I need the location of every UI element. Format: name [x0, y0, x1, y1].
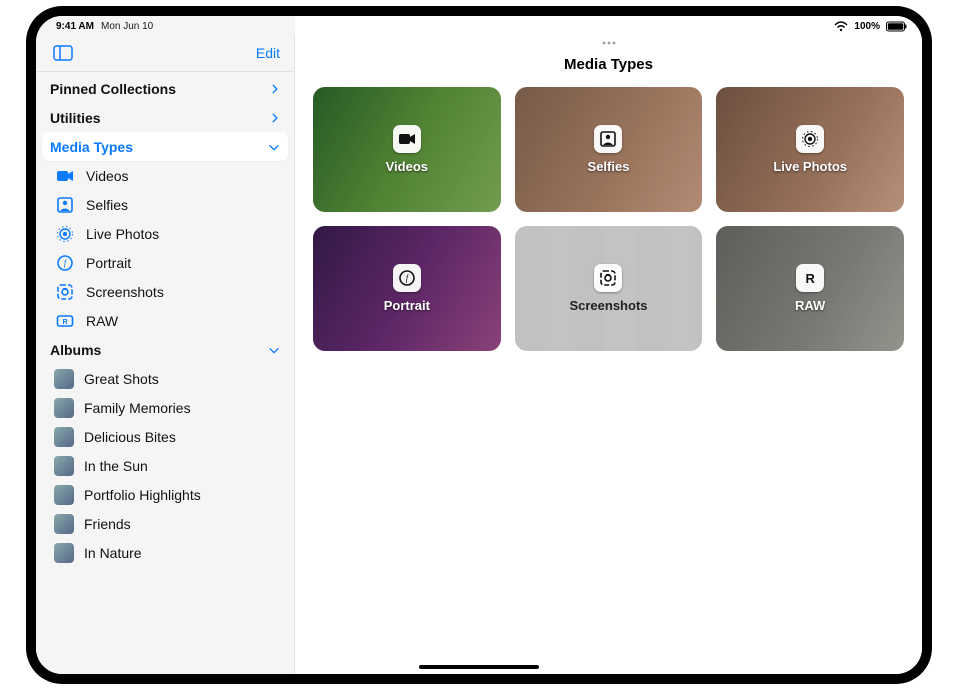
tile-label: Live Photos [773, 159, 847, 174]
sidebar-item-raw[interactable]: RAW [42, 306, 288, 335]
raw-icon [54, 312, 76, 330]
status-bar: 9:41 AM Mon Jun 10 100% [36, 16, 922, 34]
sidebar-item-videos[interactable]: Videos [42, 161, 288, 190]
tile-label: Videos [386, 159, 428, 174]
main-content: Media Types Videos Selfies Live Photos [295, 34, 922, 674]
sidebar-item-label: Delicious Bites [84, 429, 176, 445]
album-thumb-icon [54, 514, 74, 534]
raw-icon: R [796, 264, 824, 292]
sidebar-item-label: Friends [84, 516, 131, 532]
sidebar-header-pinned[interactable]: Pinned Collections [42, 74, 288, 103]
video-icon [393, 125, 421, 153]
tile-live-photos[interactable]: Live Photos [716, 87, 904, 212]
selfie-icon [54, 196, 76, 214]
tile-selfies[interactable]: Selfies [515, 87, 703, 212]
sidebar-top: Edit [36, 34, 294, 72]
home-indicator[interactable] [419, 665, 539, 669]
tile-label: Selfies [588, 159, 630, 174]
selfie-icon [594, 125, 622, 153]
sidebar: Edit Pinned Collections Utilities Media … [36, 34, 295, 674]
tile-portrait[interactable]: Portrait [313, 226, 501, 351]
screenshot-icon [594, 264, 622, 292]
album-thumb-icon [54, 543, 74, 563]
tile-label: Screenshots [569, 298, 647, 313]
battery-icon [886, 21, 908, 32]
album-thumb-icon [54, 456, 74, 476]
sidebar-item-label: Portrait [86, 255, 131, 271]
album-thumb-icon [54, 427, 74, 447]
sidebar-header-label: Pinned Collections [50, 81, 176, 97]
media-types-grid: Videos Selfies Live Photos Portrait [295, 87, 922, 351]
live-photos-icon [796, 125, 824, 153]
more-options-icon[interactable] [599, 36, 619, 50]
screen: 9:41 AM Mon Jun 10 100% Edit [36, 16, 922, 674]
sidebar-item-label: Family Memories [84, 400, 191, 416]
sidebar-album-in-nature[interactable]: In Nature [42, 538, 288, 567]
chevron-right-icon [270, 81, 280, 97]
ipad-device-frame: 9:41 AM Mon Jun 10 100% Edit [26, 6, 932, 684]
edit-button[interactable]: Edit [256, 45, 280, 61]
screenshot-icon [54, 283, 76, 301]
portrait-icon [54, 254, 76, 272]
chevron-down-icon [268, 139, 280, 155]
sidebar-item-label: Videos [86, 168, 129, 184]
sidebar-album-in-the-sun[interactable]: In the Sun [42, 451, 288, 480]
tile-label: Portrait [384, 298, 430, 313]
sidebar-header-label: Utilities [50, 110, 101, 126]
sidebar-album-delicious-bites[interactable]: Delicious Bites [42, 422, 288, 451]
sidebar-album-great-shots[interactable]: Great Shots [42, 364, 288, 393]
status-date: Mon Jun 10 [101, 21, 153, 32]
sidebar-album-portfolio-highlights[interactable]: Portfolio Highlights [42, 480, 288, 509]
sidebar-item-label: In Nature [84, 545, 142, 561]
sidebar-item-portrait[interactable]: Portrait [42, 248, 288, 277]
sidebar-item-screenshots[interactable]: Screenshots [42, 277, 288, 306]
sidebar-item-label: In the Sun [84, 458, 148, 474]
album-thumb-icon [54, 398, 74, 418]
battery-percent: 100% [854, 21, 880, 32]
sidebar-header-label: Media Types [50, 139, 133, 155]
sidebar-header-label: Albums [50, 342, 101, 358]
video-icon [54, 168, 76, 184]
tile-raw[interactable]: R RAW [716, 226, 904, 351]
wifi-icon [834, 20, 848, 32]
page-title: Media Types [295, 56, 922, 73]
chevron-right-icon [270, 110, 280, 126]
sidebar-list[interactable]: Pinned Collections Utilities Media Types… [36, 72, 294, 674]
sidebar-item-selfies[interactable]: Selfies [42, 190, 288, 219]
sidebar-album-family-memories[interactable]: Family Memories [42, 393, 288, 422]
sidebar-header-media-types[interactable]: Media Types [42, 132, 288, 161]
sidebar-item-label: Portfolio Highlights [84, 487, 201, 503]
chevron-down-icon [268, 342, 280, 358]
sidebar-item-label: Live Photos [86, 226, 159, 242]
tile-screenshots[interactable]: Screenshots [515, 226, 703, 351]
tile-videos[interactable]: Videos [313, 87, 501, 212]
sidebar-item-label: Screenshots [86, 284, 164, 300]
sidebar-header-utilities[interactable]: Utilities [42, 103, 288, 132]
status-time: 9:41 AM [56, 21, 94, 32]
sidebar-header-albums[interactable]: Albums [42, 335, 288, 364]
sidebar-item-label: Selfies [86, 197, 128, 213]
portrait-icon [393, 264, 421, 292]
album-thumb-icon [54, 369, 74, 389]
sidebar-toggle-icon[interactable] [50, 43, 76, 63]
tile-label: RAW [795, 298, 825, 313]
album-thumb-icon [54, 485, 74, 505]
sidebar-item-live-photos[interactable]: Live Photos [42, 219, 288, 248]
sidebar-album-friends[interactable]: Friends [42, 509, 288, 538]
live-photos-icon [54, 225, 76, 243]
sidebar-item-label: RAW [86, 313, 118, 329]
sidebar-item-label: Great Shots [84, 371, 159, 387]
